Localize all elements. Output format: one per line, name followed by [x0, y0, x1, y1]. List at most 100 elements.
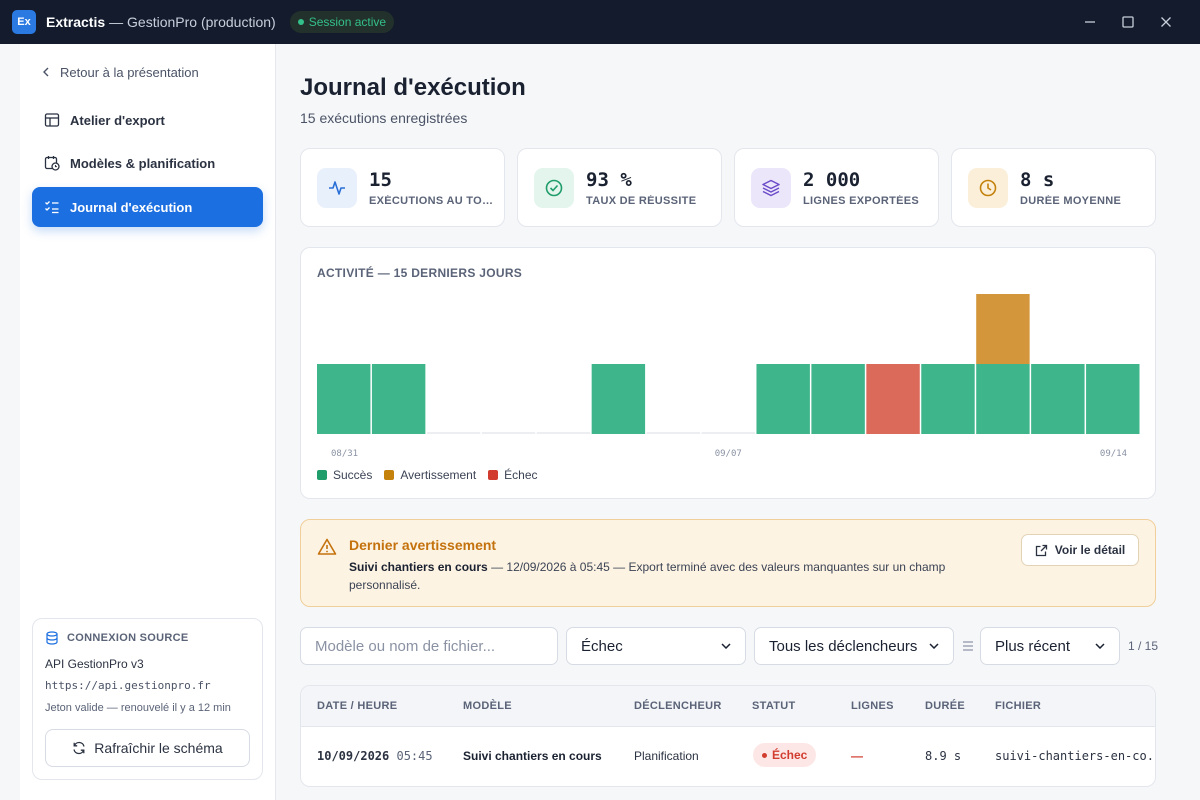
cell-date-time: 05:45 [396, 749, 433, 763]
chart-bar-success [371, 364, 426, 434]
maximize-icon [1122, 16, 1134, 28]
x-tick-label: 08/31 [331, 449, 358, 459]
column-header-trigger[interactable]: DÉCLENCHEUR [634, 700, 722, 712]
connection-token-status: Jeton valide — renouvelé il y a 12 min [45, 702, 231, 714]
connection-title: CONNEXION SOURCE [45, 631, 250, 645]
x-tick-label: 09/14 [1100, 449, 1127, 459]
last-warning-card: Dernier avertissement Suivi chantiers en… [300, 519, 1156, 607]
session-badge: Session active [289, 11, 395, 33]
search-field[interactable] [300, 627, 558, 665]
title-bar: Ex Extractis — GestionPro (production) S… [0, 0, 1200, 44]
cell-file: suivi-chantiers-en-co... [995, 749, 1156, 763]
legend-swatch [488, 470, 499, 480]
clock-icon [968, 168, 1008, 208]
database-icon [46, 631, 58, 645]
legend-item-warning: Avertissement [384, 468, 476, 482]
chart-bar-warning [976, 294, 1030, 364]
chart-bar-success [317, 364, 371, 434]
table-icon [44, 113, 60, 127]
status-badge: Échec [753, 743, 817, 767]
cell-trigger: Planification [634, 749, 699, 763]
app-context: — GestionPro (production) [109, 14, 276, 30]
stat-value: 8 s [1020, 169, 1055, 191]
layers-icon [751, 168, 791, 208]
maximize-button[interactable] [1118, 12, 1138, 32]
sort-lines-icon [963, 641, 973, 651]
warning-triangle-icon [317, 538, 337, 555]
cell-lines: — [851, 749, 863, 763]
chevron-down-icon [721, 643, 731, 649]
page-count: 1 / 15 [1128, 639, 1159, 653]
executions-table: DATE / HEURE MODÈLE DÉCLENCHEUR STATUT L… [300, 685, 1156, 787]
column-header-model[interactable]: MODÈLE [463, 700, 512, 712]
search-input[interactable] [315, 637, 543, 655]
sidebar-item-export[interactable]: Atelier d'export [32, 100, 263, 140]
stat-value: 2 000 [803, 169, 861, 191]
stat-card-success-rate: 93 % TAUX DE RÉUSSITE [517, 148, 722, 227]
activity-chart-card: ACTIVITÉ — 15 DERNIERS JOURS 08/31 09/07 0… [300, 247, 1156, 499]
refresh-schema-button[interactable]: Rafraîchir le schéma [45, 729, 250, 767]
legend-swatch [317, 470, 327, 480]
column-header-file[interactable]: FICHIER [995, 700, 1041, 712]
column-header-date[interactable]: DATE / HEURE [317, 700, 397, 712]
stat-card-duration: 8 s DURÉE MOYENNE [951, 148, 1156, 227]
sidebar-item-models[interactable]: Modèles & planification [32, 143, 263, 183]
sort-select-value: Plus récent [995, 637, 1071, 655]
chart-bar-empty [646, 432, 701, 434]
cell-date-day: 10/09/2026 [317, 749, 390, 763]
window-controls [1080, 12, 1176, 32]
chart-bar-empty [701, 432, 755, 434]
app-name: Extractis [46, 14, 106, 30]
page-title: Journal d'exécution [300, 74, 526, 101]
column-header-status[interactable]: STATUT [752, 700, 796, 712]
column-header-duration[interactable]: DURÉE [925, 700, 965, 712]
chart-bar-success [756, 364, 810, 434]
chart-legend: Succès Avertissement Échec [317, 468, 538, 482]
refresh-schema-label: Rafraîchir le schéma [94, 740, 223, 756]
cell-duration: 8.9 s [925, 749, 962, 763]
chart-bar-empty [481, 432, 536, 434]
warning-message: Suivi chantiers en cours — 12/09/2026 à … [349, 558, 989, 594]
column-header-lines[interactable]: LIGNES [851, 700, 894, 712]
minimize-button[interactable] [1080, 12, 1100, 32]
chart-bar-success [921, 364, 975, 434]
calendar-clock-icon [44, 156, 60, 171]
view-detail-button[interactable]: Voir le détail [1021, 534, 1139, 566]
warning-model: Suivi chantiers en cours [349, 560, 488, 574]
session-badge-label: Session active [308, 15, 387, 29]
chevron-down-icon [929, 643, 939, 649]
legend-item-success: Succès [317, 468, 372, 482]
stat-label: DURÉE MOYENNE [1020, 195, 1122, 207]
refresh-icon [73, 741, 85, 755]
chart-bar-empty [426, 432, 481, 434]
chevron-down-icon [1095, 643, 1105, 649]
close-button[interactable] [1156, 12, 1176, 32]
trigger-select-value: Tous les déclencheurs [769, 637, 918, 655]
cell-date: 10/09/2026 05:45 [317, 749, 433, 763]
sidebar-item-label: Journal d'exécution [70, 199, 193, 215]
page-subtitle: 15 exécutions enregistrées [300, 110, 468, 126]
close-icon [1161, 17, 1171, 27]
stat-value: 15 [369, 169, 392, 191]
minimize-icon [1085, 21, 1095, 23]
sidebar-item-journal[interactable]: Journal d'exécution [32, 187, 263, 227]
table-header: DATE / HEURE MODÈLE DÉCLENCHEUR STATUT L… [301, 686, 1155, 727]
status-badge-label: Échec [772, 748, 808, 762]
chart-bar-success [591, 364, 646, 434]
sidebar: Retour à la présentation Atelier d'expor… [20, 44, 276, 800]
view-detail-label: Voir le détail [1054, 543, 1126, 557]
chart-bar-empty [536, 432, 591, 434]
stat-label: LIGNES EXPORTÉES [803, 195, 920, 207]
trigger-select[interactable]: Tous les déclencheurs [754, 627, 954, 665]
legend-label: Succès [333, 468, 373, 482]
connection-url: https://api.gestionpro.fr [45, 679, 211, 692]
status-select[interactable]: Échec [566, 627, 746, 665]
sort-select[interactable]: Plus récent [980, 627, 1120, 665]
cell-model: Suivi chantiers en cours [463, 749, 602, 763]
legend-label: Avertissement [400, 468, 477, 482]
status-select-value: Échec [581, 637, 623, 655]
activity-icon [317, 168, 357, 208]
sidebar-item-label: Modèles & planification [70, 155, 216, 171]
back-link[interactable]: Retour à la présentation [42, 64, 199, 80]
activity-chart: 08/31 09/07 09/14 [317, 294, 1140, 459]
